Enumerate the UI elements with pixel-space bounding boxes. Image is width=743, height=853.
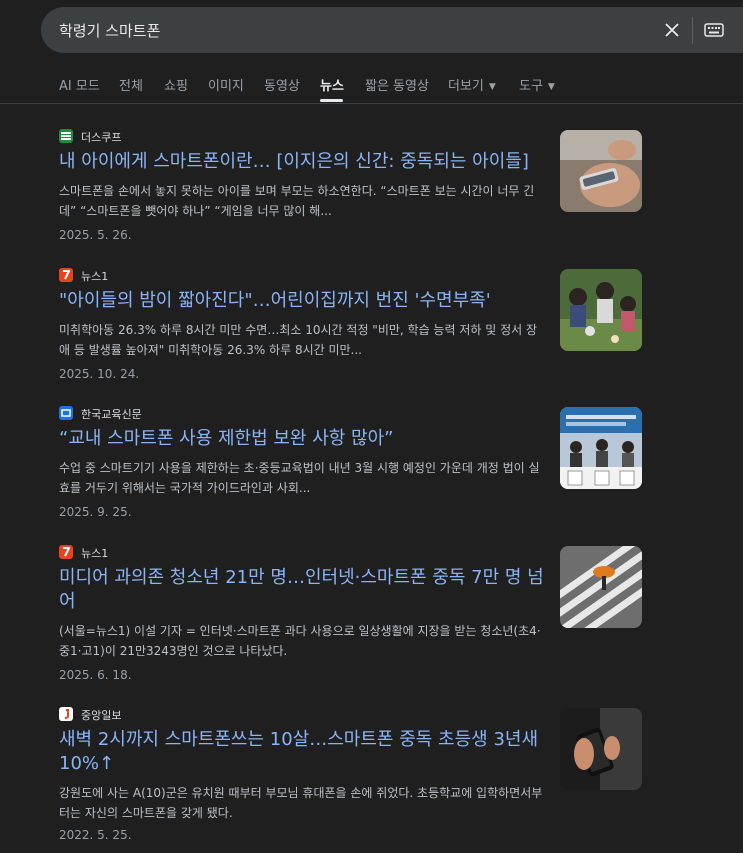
result-date: 2022. 5. 25. <box>59 828 132 842</box>
result-date: 2025. 5. 26. <box>59 228 132 242</box>
search-divider <box>692 17 693 44</box>
children-outdoors-thumbnail[interactable] <box>560 269 642 351</box>
tab-more-label: 더보기 <box>448 79 484 94</box>
news-result: 뉴스1 "아이들의 밤이 짧아진다"…어린이집까지 번진 '수면부족' 미취학아… <box>59 267 743 387</box>
source-favicon-icon <box>59 129 73 143</box>
tab-shopping[interactable]: 쇼핑 <box>164 75 188 94</box>
source-favicon-icon <box>59 707 73 721</box>
news-result: 뉴스1 미디어 과의존 청소년 21만 명…인터넷·스마트폰 중독 7만 명 넘… <box>59 544 743 684</box>
source-favicon-icon <box>59 545 73 559</box>
search-input[interactable]: 학령기 스마트폰 <box>59 20 160 41</box>
forum-panel-thumbnail[interactable] <box>560 407 642 489</box>
phone-in-hands-thumbnail[interactable] <box>560 708 642 790</box>
keyboard-icon[interactable] <box>702 18 726 42</box>
source-name: 뉴스1 <box>81 547 109 560</box>
tab-all[interactable]: 전체 <box>119 75 143 94</box>
search-bar[interactable]: 학령기 스마트폰 <box>41 7 743 53</box>
source-name: 한국교육신문 <box>81 408 142 421</box>
tab-more[interactable]: 더보기 ▼ <box>448 75 496 94</box>
tab-videos[interactable]: 동영상 <box>264 75 300 94</box>
source-name: 중앙일보 <box>81 709 122 722</box>
result-title-link[interactable]: 내 아이에게 스마트폰이란… [이지은의 신간: 중독되는 아이들] <box>59 150 544 174</box>
result-title-link[interactable]: 새벽 2시까지 스마트폰쓰는 10살…스마트폰 중독 초등생 3년새 10%↑ <box>59 728 544 776</box>
active-tab-indicator <box>320 99 343 102</box>
phone-in-hand-thumbnail[interactable] <box>560 130 642 212</box>
result-title-link[interactable]: "아이들의 밤이 짧아진다"…어린이집까지 번진 '수면부족' <box>59 289 544 313</box>
tab-news[interactable]: 뉴스 <box>320 75 344 94</box>
result-snippet: (서울=뉴스1) 이설 기자 = 인터넷·스마트폰 과다 사용으로 일상생활에 … <box>59 624 541 658</box>
result-date: 2025. 6. 18. <box>59 668 132 682</box>
news-result: 중앙일보 새벽 2시까지 스마트폰쓰는 10살…스마트폰 중독 초등생 3년새 … <box>59 706 743 846</box>
result-snippet: 스마트폰을 손에서 놓지 못하는 아이를 보며 부모는 하소연한다. “스마트폰… <box>59 184 535 218</box>
chevron-down-icon: ▼ <box>547 82 555 92</box>
result-title-link[interactable]: 미디어 과의존 청소년 21만 명…인터넷·스마트폰 중독 7만 명 넘어 <box>59 566 544 614</box>
tab-tools-label: 도구 <box>519 79 543 94</box>
tab-short-videos[interactable]: 짧은 동영상 <box>365 75 429 94</box>
tab-images[interactable]: 이미지 <box>208 75 244 94</box>
result-snippet: 강원도에 사는 A(10)군은 유치원 때부터 부모님 휴대폰을 손에 쥐었다.… <box>59 786 543 820</box>
result-snippet: 수업 중 스마트기기 사용을 제한하는 초·중등교육법이 내년 3월 시행 예정… <box>59 461 540 495</box>
result-snippet: 미취학아동 26.3% 하루 8시간 미만 수면…최소 10시간 적정 "비만,… <box>59 323 538 357</box>
news-result: 한국교육신문 “교내 스마트폰 사용 제한법 보완 사항 많아” 수업 중 스마… <box>59 405 743 525</box>
tab-tools[interactable]: 도구 ▼ <box>519 75 555 94</box>
crosswalk-umbrella-thumbnail[interactable] <box>560 546 642 628</box>
tab-ai-mode[interactable]: AI 모드 <box>59 75 100 94</box>
news-result: 더스쿠프 내 아이에게 스마트폰이란… [이지은의 신간: 중독되는 아이들] … <box>59 128 743 248</box>
result-title-link[interactable]: “교내 스마트폰 사용 제한법 보완 사항 많아” <box>59 427 544 451</box>
result-date: 2025. 10. 24. <box>59 367 140 381</box>
source-favicon-icon <box>59 268 73 282</box>
source-favicon-icon <box>59 406 73 420</box>
tabs-divider <box>0 103 743 104</box>
source-name: 더스쿠프 <box>81 131 122 144</box>
clear-icon[interactable] <box>660 18 684 42</box>
result-date: 2025. 9. 25. <box>59 505 132 519</box>
chevron-down-icon: ▼ <box>488 82 496 92</box>
source-name: 뉴스1 <box>81 270 109 283</box>
